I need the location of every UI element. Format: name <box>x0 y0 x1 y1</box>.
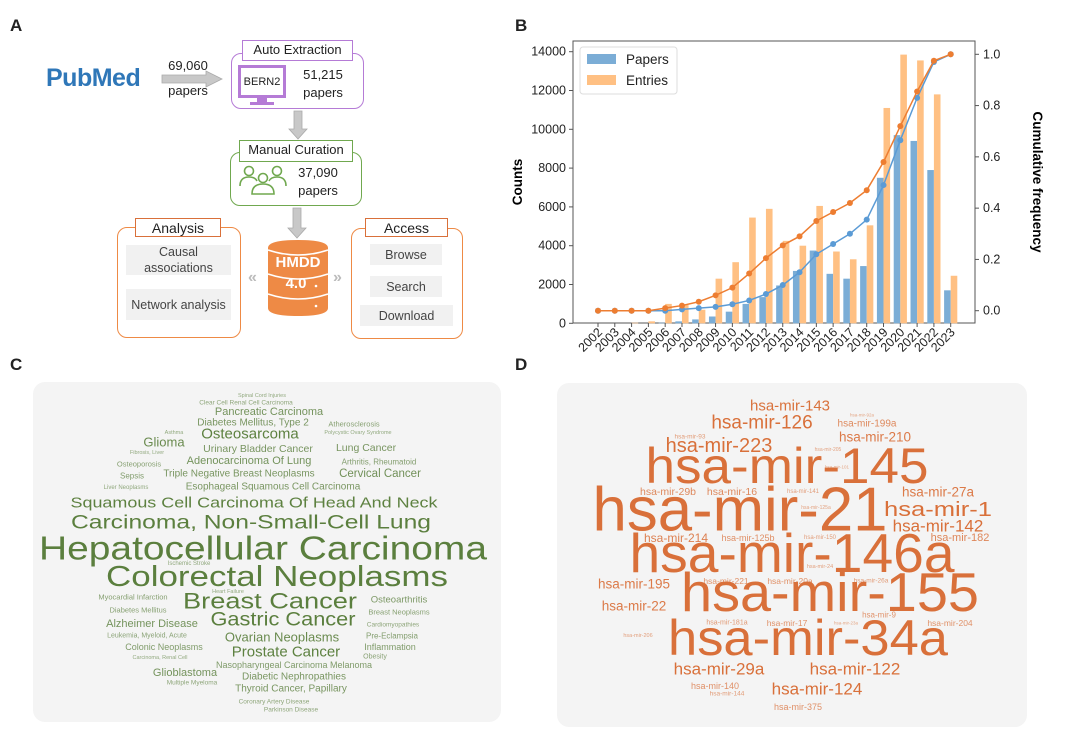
mirna-word: hsa-mir-27a <box>902 485 975 500</box>
mirna-word: hsa-mir-195 <box>598 577 670 592</box>
mirna-word: hsa-mir-125a <box>801 505 831 511</box>
mirna-word: hsa-mir-126 <box>711 413 812 434</box>
mirna-word: hsa-mir-206 <box>623 633 652 639</box>
mirna-word: hsa-mir-144 <box>710 691 745 698</box>
mirna-word: hsa-mir-199a <box>838 419 897 430</box>
mirna-word: hsa-mir-92a <box>850 413 875 418</box>
mirna-word: hsa-mir-375 <box>774 702 822 712</box>
mirna-word: hsa-mir-140 <box>691 681 739 691</box>
mirna-wordcloud: hsa-mir-143hsa-mir-92ahsa-mir-126 hsa-mir… <box>593 398 993 713</box>
mirna-word: hsa-mir-101 <box>825 465 850 470</box>
mirna-word: hsa-mir-122 <box>810 660 901 679</box>
mirna-word: hsa-mir-34a <box>668 610 948 666</box>
mirna-word: hsa-mir-124 <box>772 680 863 699</box>
mirna-word: hsa-mir-29a <box>674 660 765 679</box>
mirna-word: hsa-mir-22 <box>602 599 667 614</box>
